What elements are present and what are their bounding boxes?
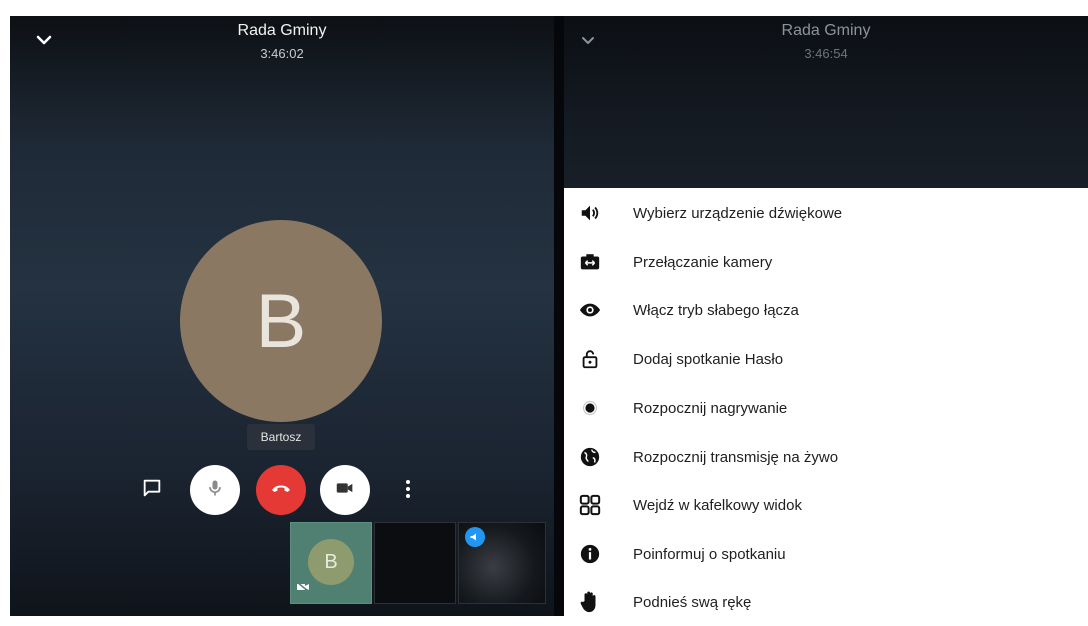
participant-thumbnail-video[interactable] bbox=[458, 522, 546, 604]
self-avatar-letter: B bbox=[324, 550, 338, 573]
microphone-button[interactable] bbox=[190, 465, 240, 515]
menu-item-label: Poinformuj o spotkaniu bbox=[633, 545, 786, 563]
menu-item-label: Wejdź w kafelkowy widok bbox=[633, 496, 802, 514]
record-icon bbox=[578, 396, 602, 420]
tile-view-icon bbox=[578, 493, 602, 517]
meeting-timer: 3:46:54 bbox=[804, 46, 848, 61]
raise-hand-icon bbox=[578, 590, 602, 614]
volume-icon bbox=[578, 201, 602, 225]
microphone-icon bbox=[205, 478, 225, 503]
more-vertical-icon bbox=[405, 479, 411, 504]
menu-item-label: Rozpocznij nagrywanie bbox=[633, 399, 788, 417]
video-camera-icon bbox=[334, 477, 356, 504]
eye-icon bbox=[578, 298, 602, 322]
hangup-icon bbox=[269, 476, 293, 505]
menu-item-live-stream[interactable]: Rozpocznij transmisję na żywo bbox=[564, 433, 1088, 481]
call-view-left: Rada Gminy 3:46:02 B Bartosz B bbox=[10, 16, 554, 616]
megaphone-icon bbox=[465, 527, 485, 547]
overflow-menu: Wybierz urządzenie dźwiękowe Przełączani… bbox=[564, 188, 1088, 616]
call-view-right-dimmed: Rada Gminy 3:46:54 bbox=[564, 16, 1088, 188]
menu-item-tile-view[interactable]: Wejdź w kafelkowy widok bbox=[564, 481, 1088, 529]
chat-button[interactable] bbox=[138, 476, 166, 504]
info-icon bbox=[578, 542, 602, 566]
camera-off-icon bbox=[296, 579, 310, 597]
meeting-title: Rada Gminy bbox=[781, 22, 871, 39]
menu-item-low-bandwidth[interactable]: Włącz tryb słabego łącza bbox=[564, 286, 1088, 334]
more-options-button[interactable] bbox=[396, 478, 420, 504]
globe-icon bbox=[578, 445, 602, 469]
menu-item-label: Przełączanie kamery bbox=[633, 253, 773, 271]
participant-name: Bartosz bbox=[247, 424, 315, 450]
hangup-button[interactable] bbox=[256, 465, 306, 515]
menu-item-label: Rozpocznij transmisję na żywo bbox=[633, 448, 839, 466]
menu-item-meeting-password[interactable]: Dodaj spotkanie Hasło bbox=[564, 335, 1088, 383]
menu-item-label: Wybierz urządzenie dźwiękowe bbox=[633, 204, 843, 222]
meeting-timer: 3:46:02 bbox=[260, 46, 304, 61]
unlock-icon bbox=[578, 347, 602, 371]
chat-icon bbox=[141, 477, 163, 504]
camera-button[interactable] bbox=[320, 465, 370, 515]
menu-item-switch-camera[interactable]: Przełączanie kamery bbox=[564, 238, 1088, 286]
self-avatar: B bbox=[308, 539, 354, 585]
panel-divider bbox=[554, 16, 564, 616]
menu-item-raise-hand[interactable]: Podnieś swą rękę bbox=[564, 578, 1088, 626]
menu-item-label: Włącz tryb słabego łącza bbox=[633, 301, 799, 319]
switch-camera-icon bbox=[578, 250, 602, 274]
self-view-thumbnail[interactable]: B bbox=[290, 522, 372, 604]
menu-item-label: Dodaj spotkanie Hasło bbox=[633, 350, 784, 368]
menu-item-meeting-info[interactable]: Poinformuj o spotkaniu bbox=[564, 530, 1088, 578]
participant-avatar: B bbox=[180, 220, 382, 422]
menu-item-audio-device[interactable]: Wybierz urządzenie dźwiękowe bbox=[564, 189, 1088, 237]
participant-thumbnail-dark[interactable] bbox=[374, 522, 456, 604]
menu-item-label: Podnieś swą rękę bbox=[633, 593, 752, 611]
avatar-letter: B bbox=[255, 278, 307, 364]
menu-item-start-recording[interactable]: Rozpocznij nagrywanie bbox=[564, 384, 1088, 432]
meeting-title: Rada Gminy bbox=[237, 22, 327, 39]
